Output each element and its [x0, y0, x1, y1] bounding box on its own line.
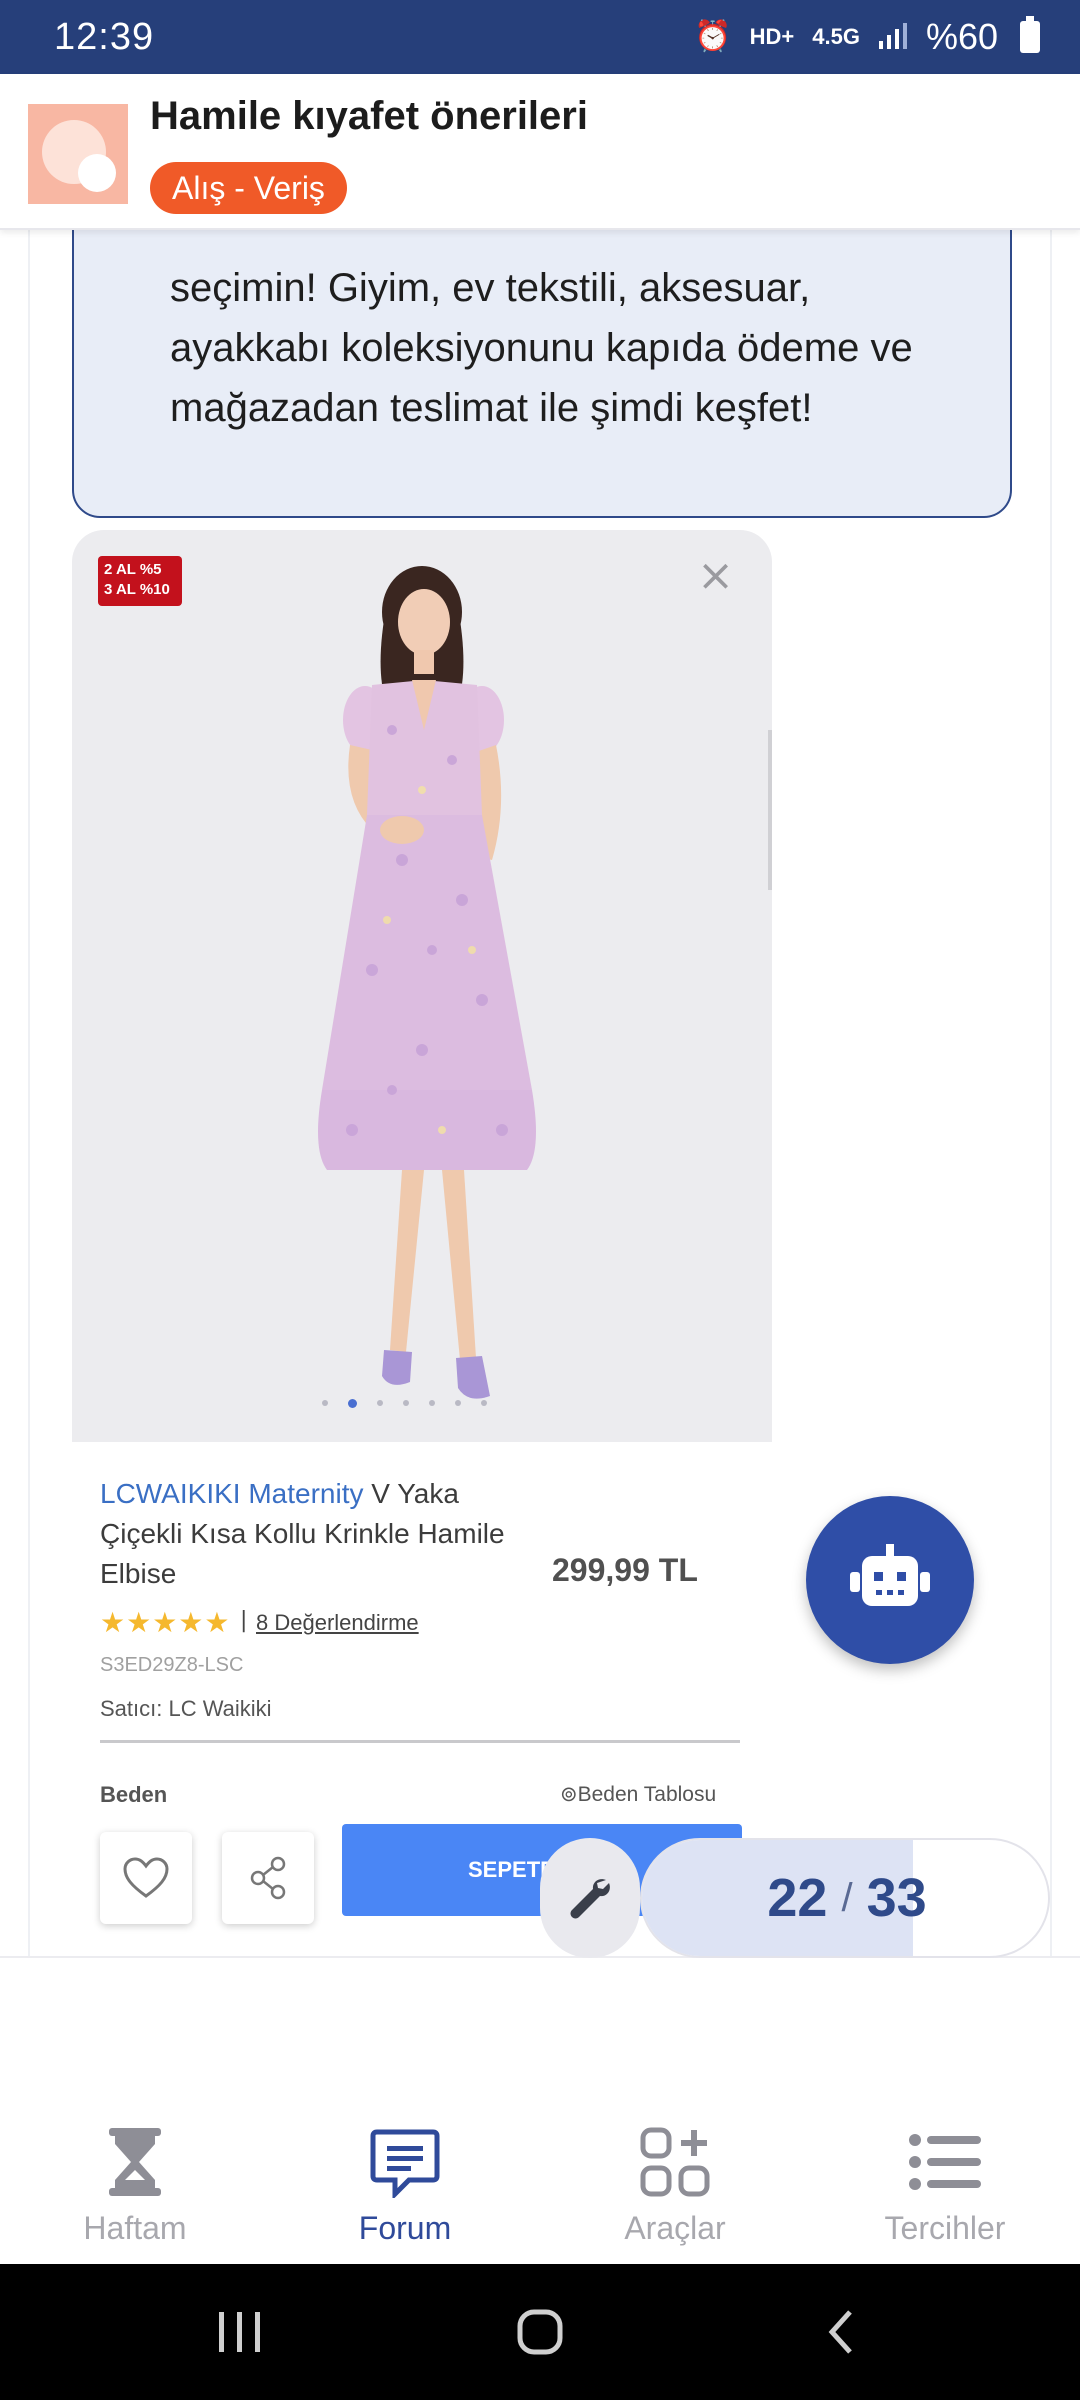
- pagination-dot: [377, 1400, 383, 1406]
- wrench-icon: [570, 1879, 610, 1919]
- heart-icon: [123, 1857, 169, 1898]
- alarm-icon: ⏰: [694, 20, 732, 53]
- current-page: 22: [767, 1868, 828, 1928]
- favorite-button: [100, 1832, 192, 1924]
- quote-text: seçimin! Giyim, ev tekstili, aksesuar, a…: [170, 266, 913, 430]
- share-button: [222, 1832, 314, 1924]
- topic-avatar[interactable]: [28, 104, 128, 204]
- product-photo: 2 AL %5 3 AL %10 ×: [72, 530, 772, 1442]
- pagination-dot: [455, 1400, 461, 1406]
- size-label: Beden: [100, 1782, 168, 1807]
- reviews-separator: |: [240, 1608, 248, 1633]
- pagination-dot: [322, 1400, 328, 1406]
- product-sku: S3ED29Z8-LSC: [100, 1654, 244, 1676]
- robot-icon: [850, 1544, 930, 1606]
- status-icons: ⏰ HD+ 4.5G %60: [694, 16, 1040, 58]
- product-price: 299,99 TL: [552, 1552, 698, 1588]
- nav-item-araclar[interactable]: Araçlar: [540, 2122, 810, 2247]
- topic-title: Hamile kıyafet önerileri: [150, 94, 588, 138]
- chat-icon: [365, 2122, 445, 2202]
- product-brand: LCWAIKIKI Maternity: [100, 1478, 364, 1509]
- tools-grid-icon: [635, 2122, 715, 2202]
- hd-indicator: HD+: [749, 24, 795, 49]
- status-time: 12:39: [54, 15, 155, 58]
- network-indicator: 4.5G: [812, 24, 860, 49]
- tools-button[interactable]: [540, 1838, 640, 1958]
- share-icon: [250, 1856, 286, 1900]
- pagination-dot: [403, 1400, 409, 1406]
- app-screen: 12:39 ⏰ HD+ 4.5G %60 Hamile kıyafet öner…: [0, 0, 1080, 2400]
- pagination-dot: [481, 1400, 487, 1406]
- pagination-dot: [429, 1400, 435, 1406]
- nav-item-haftam[interactable]: Haftam: [0, 2122, 270, 2247]
- rating-stars: ★★★★★: [100, 1606, 231, 1639]
- nav-item-tercihler[interactable]: Tercihler: [810, 2122, 1080, 2247]
- hourglass-icon: [95, 2122, 175, 2202]
- recent-apps-icon[interactable]: [210, 2300, 270, 2364]
- topic-header: Hamile kıyafet önerileri Alış - Veriş: [0, 74, 1080, 230]
- size-table-link: ⊚Beden Tablosu: [560, 1783, 717, 1806]
- product-name: LCWAIKIKI Maternity V Yaka Çiçekli Kısa …: [100, 1474, 530, 1594]
- nav-label: Haftam: [83, 2210, 187, 2246]
- assistant-button[interactable]: [806, 1496, 974, 1664]
- divider: [100, 1740, 740, 1743]
- product-screenshot[interactable]: 2 AL %5 3 AL %10 × LCWAIKIKI Maternity V…: [72, 530, 772, 1950]
- battery-icon: [1020, 16, 1040, 53]
- model-figure: [318, 566, 536, 1399]
- image-pagination: [322, 1399, 487, 1408]
- page-indicator-text: 22 / 33: [642, 1840, 1048, 1956]
- total-pages: 33: [866, 1868, 927, 1928]
- nav-label: Araçlar: [624, 2210, 726, 2246]
- product-seller: Satıcı: LC Waikiki: [100, 1696, 272, 1721]
- page-separator: /: [841, 1875, 853, 1920]
- bottom-navigation: Haftam Forum Araçlar Tercihler: [0, 1956, 1080, 2264]
- status-bar: 12:39 ⏰ HD+ 4.5G %60: [0, 0, 1080, 74]
- quote-box: seçimin! Giyim, ev tekstili, aksesuar, a…: [72, 230, 1012, 518]
- nav-label: Forum: [358, 2210, 452, 2246]
- category-chip[interactable]: Alış - Veriş: [150, 162, 347, 214]
- nav-item-forum[interactable]: Forum: [270, 2122, 540, 2247]
- battery-percent: %60: [925, 16, 998, 57]
- reviews-link: 8 Değerlendirme: [256, 1610, 419, 1635]
- pagination-dot-active: [348, 1399, 357, 1408]
- home-icon[interactable]: [510, 2300, 570, 2364]
- system-navigation-bar: [0, 2264, 1080, 2400]
- avatar-dot: [78, 154, 116, 192]
- back-icon[interactable]: [816, 2300, 866, 2364]
- list-icon: [905, 2122, 985, 2202]
- page-indicator[interactable]: 22 / 33: [640, 1838, 1050, 1958]
- post-content: seçimin! Giyim, ev tekstili, aksesuar, a…: [28, 230, 1052, 1956]
- nav-label: Tercihler: [884, 2210, 1006, 2246]
- signal-icon: [878, 21, 908, 54]
